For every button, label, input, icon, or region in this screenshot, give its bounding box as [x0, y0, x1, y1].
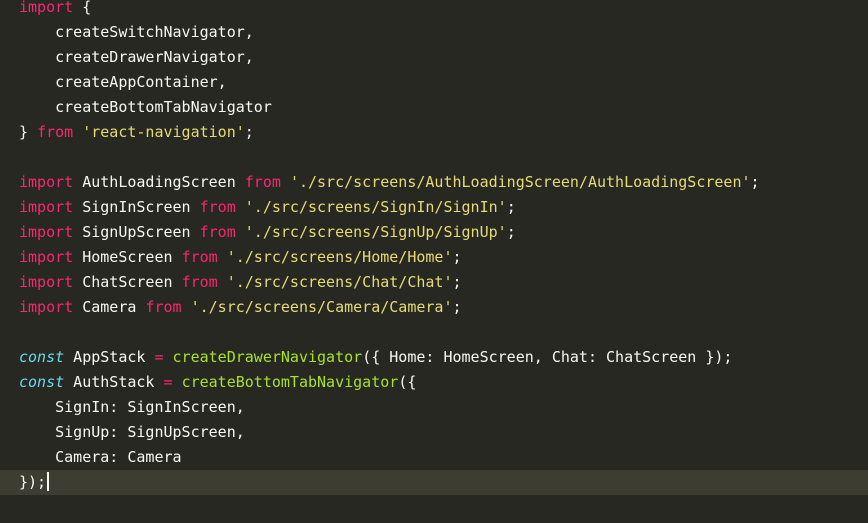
code-line-9: import SignInScreen from './src/screens/… [19, 195, 516, 220]
keyword-token: from [145, 298, 182, 316]
plain-token: Camera [73, 298, 146, 316]
plain-token: ; [452, 273, 462, 291]
plain-token: ; [452, 248, 462, 266]
string-token: './src/screens/Camera/Camera' [190, 298, 453, 316]
code-line-18: SignUp: SignUpScreen, [19, 420, 245, 445]
plain-token: } [19, 123, 38, 141]
function-token: createDrawerNavigator [172, 348, 363, 366]
plain-token: ; [506, 223, 516, 241]
string-token: './src/screens/AuthLoadingScreen/AuthLoa… [289, 173, 751, 191]
keyword-token: from [199, 223, 236, 241]
keyword-token: import [19, 173, 74, 191]
plain-token: ; [506, 198, 516, 216]
code-line-5: createBottomTabNavigator [19, 95, 272, 120]
code-line-15: const AppStack = createDrawerNavigator({… [19, 345, 732, 370]
keyword-token: import [19, 198, 74, 216]
plain-token: createDrawerNavigator, [55, 48, 254, 66]
plain-token: SignIn: SignInScreen, [55, 398, 245, 416]
string-token: './src/screens/Home/Home' [226, 248, 453, 266]
code-line-19: Camera: Camera [19, 445, 182, 470]
code-line-3: createDrawerNavigator, [19, 45, 254, 70]
plain-token: AuthStack [64, 373, 164, 391]
keyword-token: import [19, 0, 74, 16]
operator-token: = [154, 348, 164, 366]
code-line-17: SignIn: SignInScreen, [19, 395, 245, 420]
plain-token: AppStack [64, 348, 155, 366]
code-line-4: createAppContainer, [19, 70, 227, 95]
current-line-highlight[interactable]: }); [0, 470, 868, 495]
plain-token: createBottomTabNavigator [55, 98, 272, 116]
code-line-11: import HomeScreen from './src/screens/Ho… [19, 245, 462, 270]
code-editor[interactable]: import { createSwitchNavigator, createDr… [0, 0, 868, 523]
text-cursor [47, 472, 50, 491]
plain-token: }); [19, 473, 47, 491]
code-line-2: createSwitchNavigator, [19, 20, 254, 45]
keyword-token: from [37, 123, 74, 141]
code-line-8: import AuthLoadingScreen from './src/scr… [19, 170, 760, 195]
code-line-16: const AuthStack = createBottomTabNavigat… [19, 370, 416, 395]
plain-token: ChatScreen [73, 273, 182, 291]
string-token: './src/screens/SignIn/SignIn' [244, 198, 507, 216]
plain-token: createSwitchNavigator, [55, 23, 254, 41]
code-line-20: }); [0, 470, 868, 495]
operator-token: = [163, 373, 173, 391]
plain-token: HomeScreen [73, 248, 182, 266]
plain-token: ({ Home: HomeScreen, Chat: ChatScreen })… [362, 348, 733, 366]
code-line-1: import { [19, 0, 91, 20]
code-line-12: import ChatScreen from './src/screens/Ch… [19, 270, 462, 295]
string-token: './src/screens/SignUp/SignUp' [244, 223, 507, 241]
keyword-token: from [181, 273, 218, 291]
keyword-token: import [19, 248, 74, 266]
plain-token: ; [750, 173, 760, 191]
keyword-token: import [19, 223, 74, 241]
plain-token: Camera: Camera [55, 448, 182, 466]
plain-token: createAppContainer, [55, 73, 227, 91]
string-token: './src/screens/Chat/Chat' [226, 273, 453, 291]
code-line-10: import SignUpScreen from './src/screens/… [19, 220, 516, 245]
storage-type-token: const [19, 348, 65, 366]
plain-token: SignUpScreen [73, 223, 200, 241]
keyword-token: import [19, 273, 74, 291]
plain-token: { [73, 0, 92, 16]
keyword-token: from [199, 198, 236, 216]
string-token: 'react-navigation' [82, 123, 245, 141]
plain-token: ; [452, 298, 462, 316]
plain-token: ; [244, 123, 254, 141]
plain-token: SignUp: SignUpScreen, [55, 423, 245, 441]
plain-token: AuthLoadingScreen [73, 173, 245, 191]
storage-type-token: const [19, 373, 65, 391]
code-line-13: import Camera from './src/screens/Camera… [19, 295, 462, 320]
keyword-token: from [181, 248, 218, 266]
keyword-token: from [244, 173, 281, 191]
keyword-token: import [19, 298, 74, 316]
function-token: createBottomTabNavigator [181, 373, 399, 391]
code-line-6: } from 'react-navigation'; [19, 120, 254, 145]
plain-token: SignInScreen [73, 198, 200, 216]
plain-token: ({ [398, 373, 417, 391]
